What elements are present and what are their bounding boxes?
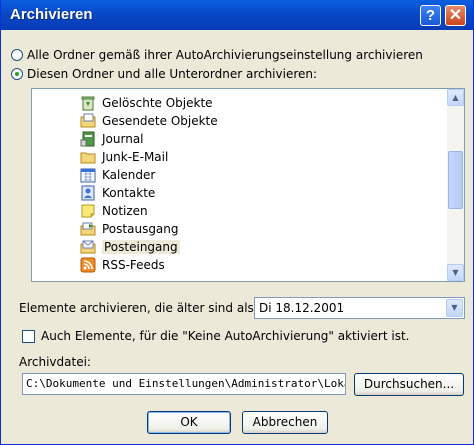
folder-list[interactable]: Gelöschte Objekte Gesendete Objekte Jour…	[31, 88, 465, 282]
folder-item-label: Junk-E-Mail	[102, 150, 169, 164]
folder-item-rss-feeds[interactable]: RSS-Feeds	[80, 256, 165, 274]
folder-item-posteingang[interactable]: Posteingang	[80, 238, 180, 256]
help-button[interactable]: ?	[420, 5, 441, 26]
outbox-icon	[80, 222, 96, 236]
folder-item-notizen[interactable]: Notizen	[80, 202, 148, 220]
radio-button-checked-icon[interactable]	[11, 68, 23, 80]
folder-item-postausgang[interactable]: Postausgang	[80, 220, 179, 238]
include-no-autoarchive-label: Auch Elemente, für die "Keine AutoArchiv…	[41, 329, 410, 343]
scroll-thumb[interactable]	[448, 151, 463, 209]
archive-dialog: Archivieren ? ✕ Alle Ordner gemäß ihrer …	[0, 0, 474, 445]
folder-item-gesendete-objekte[interactable]: Gesendete Objekte	[80, 112, 218, 130]
notes-icon	[81, 204, 95, 218]
folder-item-label: Postausgang	[102, 222, 179, 236]
folder-item-label: Notizen	[102, 204, 148, 218]
archive-file-label: Archivdatei:	[19, 355, 91, 369]
dialog-title: Archivieren	[10, 6, 93, 23]
folder-item-label: Gelöschte Objekte	[102, 96, 213, 110]
browse-button[interactable]: Durchsuchen...	[354, 373, 464, 396]
folder-item-label: Kontakte	[102, 186, 156, 200]
title-bar[interactable]: Archivieren ? ✕	[1, 0, 473, 30]
inbox-icon	[80, 240, 96, 254]
folder-item-kontakte[interactable]: Kontakte	[80, 184, 155, 202]
close-button[interactable]: ✕	[445, 5, 466, 26]
folder-item-label: Journal	[102, 132, 144, 146]
scroll-down-button[interactable]: ▼	[447, 264, 464, 281]
cancel-button[interactable]: Abbrechen	[242, 411, 328, 434]
radio-button-icon[interactable]	[11, 49, 23, 61]
scroll-up-button[interactable]: ▲	[447, 89, 464, 106]
older-than-date-value: Di 18.12.2001	[259, 301, 345, 315]
older-than-label: Elemente archivieren, die älter sind als…	[19, 301, 258, 315]
chevron-down-icon[interactable]: ▼	[446, 299, 463, 317]
folder-item-label: RSS-Feeds	[102, 258, 165, 272]
radio-archive-this-label: Diesen Ordner und alle Unterordner archi…	[27, 67, 318, 81]
folder-item-geloeschte-objekte[interactable]: Gelöschte Objekte	[80, 94, 213, 112]
include-no-autoarchive-checkbox[interactable]	[22, 330, 35, 343]
calendar-icon	[80, 168, 96, 183]
contacts-icon	[81, 185, 95, 201]
folder-item-label: Kalender	[102, 168, 156, 182]
radio-archive-all-folders[interactable]: Alle Ordner gemäß ihrer AutoArchivierung…	[11, 47, 423, 63]
sent-folder-icon	[80, 113, 96, 128]
ok-button[interactable]: OK	[147, 411, 231, 434]
rss-icon	[80, 257, 96, 273]
folder-item-label: Posteingang	[102, 240, 180, 254]
older-than-date-select[interactable]: Di 18.12.2001 ▼	[254, 297, 465, 319]
folder-icon	[80, 152, 96, 164]
recycle-bin-icon	[81, 96, 95, 111]
radio-archive-all-label: Alle Ordner gemäß ihrer AutoArchivierung…	[27, 48, 423, 62]
folder-item-journal[interactable]: Journal	[80, 130, 144, 148]
journal-icon	[80, 131, 95, 147]
folder-item-junk-e-mail[interactable]: Junk-E-Mail	[80, 148, 168, 166]
folder-item-kalender[interactable]: Kalender	[80, 166, 155, 184]
radio-archive-this-folder[interactable]: Diesen Ordner und alle Unterordner archi…	[11, 66, 317, 82]
folder-item-label: Gesendete Objekte	[102, 114, 218, 128]
vertical-scrollbar[interactable]: ▲ ▼	[447, 89, 464, 281]
archive-file-path-input[interactable]: C:\Dokumente und Einstellungen\Administr…	[22, 373, 346, 395]
